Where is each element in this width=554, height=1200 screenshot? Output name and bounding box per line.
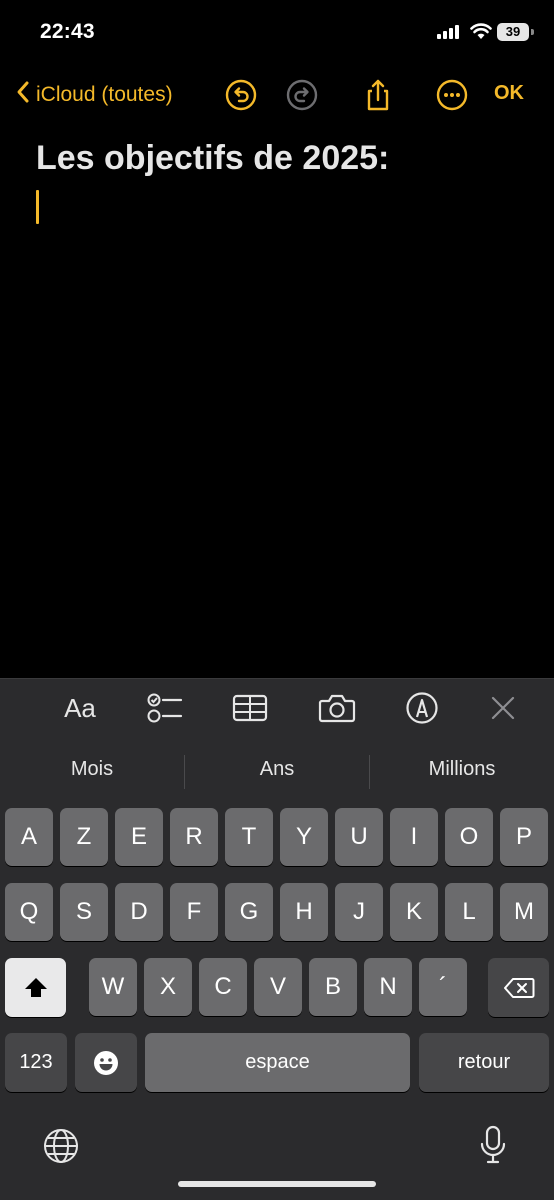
suggestion-3[interactable]: Millions xyxy=(377,758,547,781)
key[interactable]: W xyxy=(89,958,137,1016)
shift-key[interactable] xyxy=(5,958,66,1017)
cellular-signal-icon xyxy=(437,25,461,44)
key[interactable]: U xyxy=(335,808,383,866)
key[interactable]: L xyxy=(445,883,493,941)
close-icon xyxy=(491,696,515,720)
key[interactable]: P xyxy=(500,808,548,866)
chevron-left-icon xyxy=(16,80,30,109)
key[interactable]: Q xyxy=(5,883,53,941)
space-key[interactable]: espace xyxy=(145,1033,410,1092)
return-key[interactable]: retour xyxy=(419,1033,549,1092)
shift-arrow-icon xyxy=(24,977,47,997)
battery-icon: 39 xyxy=(497,23,529,41)
delete-key[interactable] xyxy=(488,958,549,1017)
undo-icon xyxy=(225,79,257,111)
key[interactable]: B xyxy=(309,958,357,1016)
note-title[interactable]: Les objectifs de 2025: xyxy=(36,139,389,178)
markup-button[interactable] xyxy=(404,690,440,726)
microphone-icon xyxy=(480,1125,506,1164)
key[interactable]: J xyxy=(335,883,383,941)
numbers-key[interactable]: 123 xyxy=(5,1033,67,1092)
back-button-label: iCloud (toutes) xyxy=(36,82,173,106)
text-format-button[interactable]: Aa xyxy=(58,690,102,726)
key[interactable]: E xyxy=(115,808,163,866)
undo-button[interactable] xyxy=(224,78,258,112)
key[interactable]: C xyxy=(199,958,247,1016)
suggestion-2[interactable]: Ans xyxy=(192,758,362,781)
key[interactable]: S xyxy=(60,883,108,941)
backspace-icon xyxy=(503,977,534,998)
checklist-icon xyxy=(147,693,183,723)
status-time: 22:43 xyxy=(40,20,95,43)
key[interactable]: G xyxy=(225,883,273,941)
table-button[interactable] xyxy=(230,690,270,726)
key[interactable]: R xyxy=(170,808,218,866)
text-cursor xyxy=(36,190,39,224)
markup-pen-icon xyxy=(406,692,438,724)
key[interactable]: X xyxy=(144,958,192,1016)
key[interactable]: Z xyxy=(60,808,108,866)
checklist-button[interactable] xyxy=(144,690,184,726)
key[interactable]: ´ xyxy=(419,958,467,1016)
key[interactable]: O xyxy=(445,808,493,866)
key[interactable]: D xyxy=(115,883,163,941)
globe-icon xyxy=(44,1129,78,1163)
key[interactable]: K xyxy=(390,883,438,941)
camera-button[interactable] xyxy=(317,690,357,726)
key[interactable]: V xyxy=(254,958,302,1016)
key[interactable]: H xyxy=(280,883,328,941)
dictation-button[interactable] xyxy=(478,1124,508,1171)
ellipsis-icon xyxy=(436,79,468,111)
emoji-icon xyxy=(94,1050,118,1075)
text-format-icon: Aa xyxy=(64,692,96,723)
back-button[interactable]: iCloud (toutes) xyxy=(16,80,173,109)
share-icon xyxy=(367,79,389,111)
key[interactable]: N xyxy=(364,958,412,1016)
globe-button[interactable] xyxy=(42,1127,80,1170)
suggestion-divider xyxy=(369,755,370,789)
key[interactable]: T xyxy=(225,808,273,866)
key[interactable]: A xyxy=(5,808,53,866)
done-button[interactable]: OK xyxy=(494,82,524,105)
wifi-icon xyxy=(470,23,492,45)
key[interactable]: M xyxy=(500,883,548,941)
table-icon xyxy=(232,694,268,722)
suggestion-divider xyxy=(184,755,185,789)
suggestion-1[interactable]: Mois xyxy=(7,758,177,781)
battery-tip xyxy=(531,29,534,35)
key[interactable]: I xyxy=(390,808,438,866)
redo-icon xyxy=(286,79,318,111)
close-toolbar-button[interactable] xyxy=(488,690,518,726)
redo-button[interactable] xyxy=(285,78,319,112)
camera-icon xyxy=(318,694,356,723)
home-indicator[interactable] xyxy=(178,1181,376,1187)
key[interactable]: Y xyxy=(280,808,328,866)
share-button[interactable] xyxy=(361,78,395,112)
more-options-button[interactable] xyxy=(435,78,469,112)
key[interactable]: F xyxy=(170,883,218,941)
emoji-key[interactable] xyxy=(75,1033,137,1092)
